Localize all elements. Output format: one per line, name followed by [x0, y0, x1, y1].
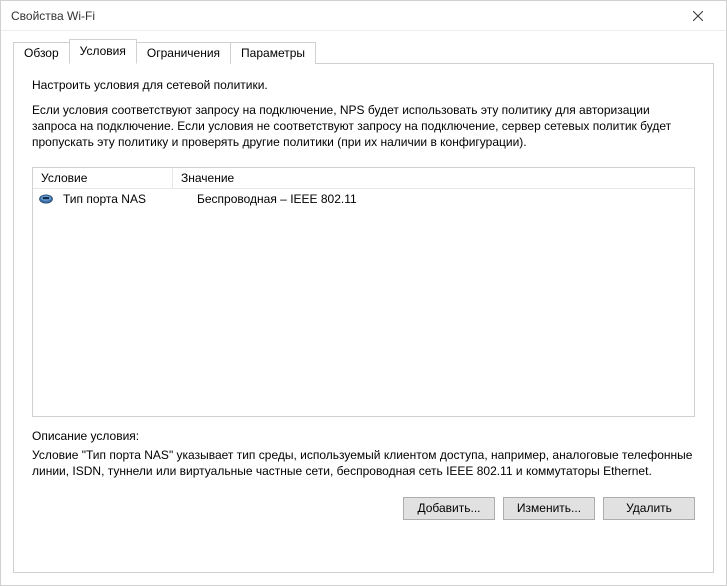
tab-panel-conditions: Настроить условия для сетевой политики. …: [13, 63, 714, 573]
list-item[interactable]: Тип порта NAS Беспроводная – IEEE 802.11: [33, 189, 694, 209]
condition-description-heading: Описание условия:: [32, 429, 695, 443]
tab-conditions[interactable]: Условия: [69, 39, 137, 64]
description-text: Если условия соответствуют запросу на по…: [32, 102, 695, 151]
col-header-value[interactable]: Значение: [173, 168, 694, 188]
remove-button[interactable]: Удалить: [603, 497, 695, 520]
condition-description: Описание условия: Условие "Тип порта NAS…: [32, 429, 695, 479]
action-buttons: Добавить... Изменить... Удалить: [32, 497, 695, 520]
intro-text: Настроить условия для сетевой политики.: [32, 78, 695, 92]
edit-button[interactable]: Изменить...: [503, 497, 595, 520]
close-icon: [693, 11, 703, 21]
add-button[interactable]: Добавить...: [403, 497, 495, 520]
cell-value: Беспроводная – IEEE 802.11: [191, 191, 690, 207]
properties-dialog: Свойства Wi-Fi Обзор Условия Ограничения…: [0, 0, 727, 586]
tab-strip: Обзор Условия Ограничения Параметры: [13, 39, 714, 64]
window-title: Свойства Wi-Fi: [11, 9, 678, 23]
dialog-body: Обзор Условия Ограничения Параметры Наст…: [1, 31, 726, 585]
list-header: Условие Значение: [33, 168, 694, 189]
tab-restrictions[interactable]: Ограничения: [136, 42, 231, 64]
tab-settings[interactable]: Параметры: [230, 42, 316, 64]
titlebar: Свойства Wi-Fi: [1, 1, 726, 31]
nas-port-icon: [37, 192, 55, 206]
condition-description-text: Условие "Тип порта NAS" указывает тип ср…: [32, 447, 695, 479]
conditions-list[interactable]: Условие Значение Тип порта NAS Беспровод…: [32, 167, 695, 417]
col-header-condition[interactable]: Условие: [33, 168, 173, 188]
close-button[interactable]: [678, 2, 718, 30]
tab-overview[interactable]: Обзор: [13, 42, 70, 64]
cell-condition: Тип порта NAS: [57, 191, 191, 207]
